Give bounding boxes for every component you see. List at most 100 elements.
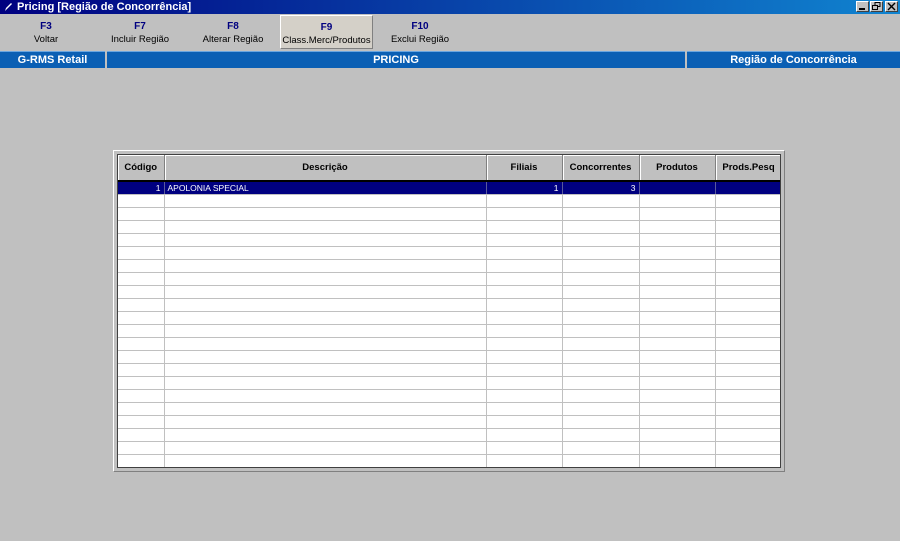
table-row[interactable]: 1 APOLONIA SPECIAL 1 3 bbox=[118, 181, 780, 195]
empty-cell bbox=[639, 454, 716, 467]
empty-cell bbox=[562, 415, 640, 429]
f8-edit-region-button[interactable]: F8 Alterar Região bbox=[195, 15, 271, 49]
empty-cell bbox=[715, 363, 780, 377]
empty-table-row[interactable] bbox=[118, 415, 780, 429]
empty-cell bbox=[118, 441, 165, 455]
column-header-descricao[interactable]: Descrição bbox=[164, 155, 487, 182]
empty-cell bbox=[486, 363, 563, 377]
empty-cell bbox=[164, 350, 487, 364]
f10-delete-region-button[interactable]: F10 Exclui Região bbox=[382, 15, 458, 49]
empty-cell bbox=[715, 246, 780, 260]
empty-table-row[interactable] bbox=[118, 428, 780, 442]
close-icon bbox=[887, 2, 896, 11]
empty-table-row[interactable] bbox=[118, 441, 780, 455]
empty-cell bbox=[715, 337, 780, 351]
empty-cell bbox=[562, 324, 640, 338]
cell-descricao: APOLONIA SPECIAL bbox=[164, 181, 487, 195]
empty-cell bbox=[639, 337, 716, 351]
empty-cell bbox=[562, 259, 640, 273]
f3-back-button[interactable]: F3 Voltar bbox=[8, 15, 84, 49]
empty-cell bbox=[715, 376, 780, 390]
empty-table-row[interactable] bbox=[118, 454, 780, 467]
f3-key: F3 bbox=[40, 21, 52, 32]
empty-cell bbox=[715, 194, 780, 208]
empty-cell bbox=[118, 428, 165, 442]
empty-table-row[interactable] bbox=[118, 298, 780, 312]
column-header-prods-pesq[interactable]: Prods.Pesq bbox=[715, 155, 780, 182]
empty-cell bbox=[562, 272, 640, 286]
empty-cell bbox=[486, 441, 563, 455]
empty-cell bbox=[486, 428, 563, 442]
empty-cell bbox=[164, 259, 487, 273]
empty-table-row[interactable] bbox=[118, 311, 780, 325]
empty-table-row[interactable] bbox=[118, 194, 780, 208]
empty-cell bbox=[715, 389, 780, 403]
empty-cell bbox=[486, 220, 563, 234]
column-header-concorrentes[interactable]: Concorrentes bbox=[562, 155, 640, 182]
close-button[interactable] bbox=[885, 1, 898, 12]
empty-table-row[interactable] bbox=[118, 220, 780, 234]
empty-table-row[interactable] bbox=[118, 402, 780, 416]
empty-cell bbox=[164, 363, 487, 377]
empty-table-row[interactable] bbox=[118, 259, 780, 273]
minimize-button[interactable] bbox=[856, 1, 869, 12]
table-header-row: Código Descrição Filiais Concorrentes Pr… bbox=[118, 155, 780, 182]
product-name: G-RMS Retail bbox=[0, 51, 105, 68]
empty-cell bbox=[118, 311, 165, 325]
empty-table-row[interactable] bbox=[118, 285, 780, 299]
empty-table-row[interactable] bbox=[118, 272, 780, 286]
empty-cell bbox=[118, 285, 165, 299]
empty-table-row[interactable] bbox=[118, 324, 780, 338]
minimize-icon bbox=[859, 8, 865, 10]
cell-produtos bbox=[639, 181, 716, 195]
region-grid-frame: Código Descrição Filiais Concorrentes Pr… bbox=[113, 150, 785, 472]
empty-cell bbox=[639, 272, 716, 286]
empty-cell bbox=[639, 246, 716, 260]
empty-cell bbox=[715, 233, 780, 247]
empty-cell bbox=[486, 324, 563, 338]
empty-cell bbox=[486, 468, 562, 469]
f8-key: F8 bbox=[227, 21, 239, 32]
empty-cell bbox=[715, 428, 780, 442]
empty-cell bbox=[715, 468, 781, 469]
f7-add-region-button[interactable]: F7 Incluir Região bbox=[102, 15, 178, 49]
empty-cell bbox=[639, 376, 716, 390]
empty-table-row[interactable] bbox=[118, 468, 781, 469]
title-bar: Pricing [Região de Concorrência] bbox=[0, 0, 900, 14]
cell-codigo: 1 bbox=[118, 181, 165, 195]
empty-table-row[interactable] bbox=[118, 246, 780, 260]
empty-cell bbox=[639, 350, 716, 364]
empty-table-row[interactable] bbox=[118, 337, 780, 351]
column-header-produtos[interactable]: Produtos bbox=[639, 155, 716, 182]
empty-cell bbox=[486, 259, 563, 273]
cell-prods-pesq bbox=[715, 181, 780, 195]
empty-table-row[interactable] bbox=[118, 233, 780, 247]
empty-cell bbox=[639, 441, 716, 455]
empty-table-row[interactable] bbox=[118, 389, 780, 403]
empty-cell bbox=[164, 220, 487, 234]
column-header-codigo[interactable]: Código bbox=[118, 155, 165, 182]
f9-class-merc-button[interactable]: F9 Class.Merc/Produtos bbox=[280, 15, 373, 49]
empty-cell bbox=[562, 194, 640, 208]
f9-key: F9 bbox=[320, 22, 333, 33]
empty-table-row[interactable] bbox=[118, 363, 780, 377]
empty-cell bbox=[164, 324, 487, 338]
empty-cell bbox=[486, 272, 563, 286]
empty-cell bbox=[715, 324, 780, 338]
module-name: PRICING bbox=[107, 51, 685, 68]
empty-cell bbox=[562, 389, 640, 403]
restore-button[interactable] bbox=[870, 1, 883, 12]
empty-table-row[interactable] bbox=[118, 350, 780, 364]
empty-cell bbox=[164, 454, 487, 467]
f9-label: Class.Merc/Produtos bbox=[282, 35, 371, 46]
empty-table-row[interactable] bbox=[118, 207, 780, 221]
empty-cell bbox=[486, 233, 563, 247]
empty-cell bbox=[486, 194, 563, 208]
empty-cell bbox=[639, 363, 716, 377]
empty-table-row[interactable] bbox=[118, 376, 780, 390]
empty-cell bbox=[562, 468, 639, 469]
region-grid[interactable]: Código Descrição Filiais Concorrentes Pr… bbox=[117, 154, 781, 468]
empty-cell bbox=[562, 311, 640, 325]
empty-cell bbox=[164, 415, 487, 429]
column-header-filiais[interactable]: Filiais bbox=[486, 155, 563, 182]
